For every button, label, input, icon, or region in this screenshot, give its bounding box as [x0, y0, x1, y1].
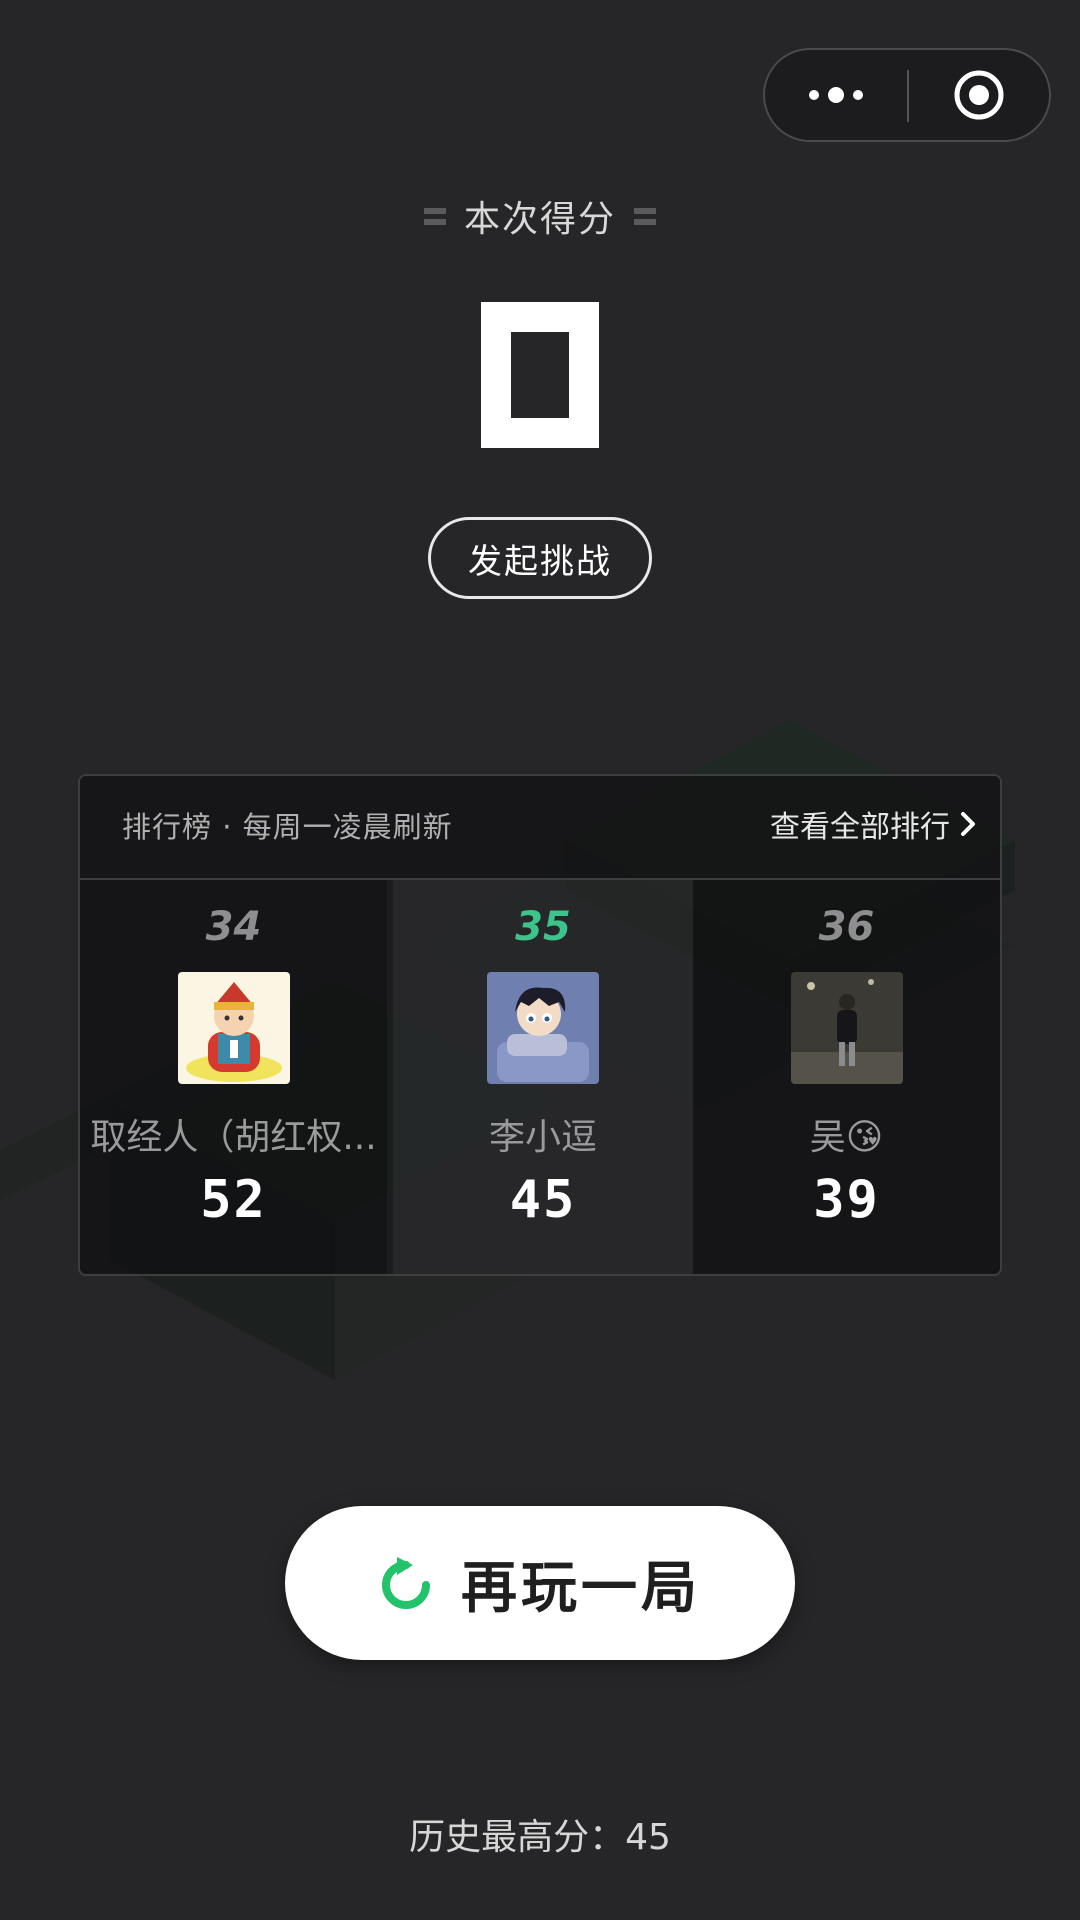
- chevron-right-icon: [961, 812, 975, 836]
- leaderboard-entry[interactable]: 36 吴😘 39: [693, 880, 1000, 1274]
- monk-cartoon-avatar-icon: [177, 972, 290, 1084]
- miniprogram-capsule-menu: [763, 48, 1051, 142]
- play-again-label: 再玩一局: [461, 1555, 701, 1621]
- entry-score: 45: [509, 1170, 577, 1230]
- photo-avatar-icon: [790, 972, 903, 1084]
- current-score-value: 0: [0, 280, 1080, 470]
- entry-rank: 36: [818, 904, 875, 950]
- exit-miniprogram-button[interactable]: [909, 50, 1049, 140]
- score-digit-graphic: [481, 302, 599, 448]
- view-all-rankings-label: 查看全部排行: [770, 810, 950, 845]
- leaderboard-title: 排行榜 · 每周一凌晨刷新: [122, 810, 453, 844]
- entry-rank: 35: [515, 904, 571, 950]
- current-score-label: 本次得分: [0, 190, 1080, 242]
- equals-decoration-icon: [634, 206, 656, 226]
- target-circle-icon: [954, 70, 1004, 120]
- anime-boy-avatar-icon: [487, 972, 599, 1084]
- avatar: [487, 972, 599, 1084]
- avatar: [790, 972, 903, 1084]
- more-options-button[interactable]: [765, 50, 907, 140]
- play-again-button[interactable]: 再玩一局: [285, 1506, 795, 1660]
- leaderboard-entries: 34 取经人（胡红权... 52 35 李小逗 45 36 吴😘 39: [80, 880, 1000, 1274]
- game-over-screen: 本次得分 0 发起挑战 排行榜 · 每周一凌晨刷新 查看全部排行 34: [0, 0, 1080, 1920]
- leaderboard-entry-me[interactable]: 35 李小逗 45: [393, 880, 693, 1274]
- more-dots-icon: [809, 87, 863, 103]
- entry-nickname: 吴😘: [809, 1117, 884, 1158]
- best-score-text: 历史最高分：45: [409, 1817, 671, 1858]
- equals-decoration-icon: [423, 206, 446, 226]
- leaderboard-panel: 排行榜 · 每周一凌晨刷新 查看全部排行 34 取经人（胡红权... 52 35…: [78, 774, 1002, 1276]
- leaderboard-header: 排行榜 · 每周一凌晨刷新 查看全部排行: [80, 776, 1000, 880]
- avatar: [177, 972, 290, 1084]
- entry-nickname: 取经人（胡红权...: [90, 1117, 377, 1158]
- current-score-label-text: 本次得分: [463, 199, 616, 240]
- leaderboard-entry[interactable]: 34 取经人（胡红权... 52: [80, 880, 387, 1274]
- view-all-rankings-link[interactable]: 查看全部排行: [770, 802, 976, 846]
- entry-score: 39: [813, 1170, 880, 1230]
- replay-icon: [382, 1557, 430, 1609]
- start-challenge-button[interactable]: 发起挑战: [428, 517, 652, 599]
- entry-nickname: 李小逗: [488, 1117, 597, 1158]
- entry-score: 52: [200, 1170, 267, 1230]
- entry-rank: 34: [205, 904, 262, 950]
